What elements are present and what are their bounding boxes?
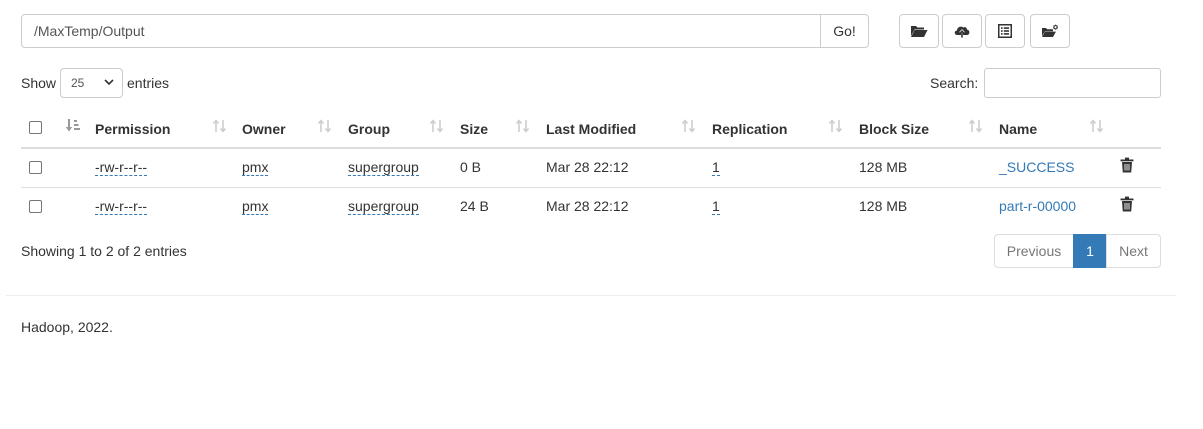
sort-asc-icon[interactable] xyxy=(65,118,81,134)
search-input[interactable] xyxy=(984,68,1161,98)
pagination-previous[interactable]: Previous xyxy=(994,234,1074,268)
table-header-divider xyxy=(21,147,1161,149)
trash-icon[interactable] xyxy=(1120,157,1134,173)
sort-both-icon[interactable] xyxy=(212,118,228,134)
block-size-cell: 128 MB xyxy=(859,198,908,214)
show-label: Show xyxy=(21,75,57,91)
column-header-replication[interactable]: Replication xyxy=(712,120,787,138)
shell-button[interactable] xyxy=(1030,14,1070,48)
entries-select-value: 25 xyxy=(71,76,85,90)
column-header-permission[interactable]: Permission xyxy=(95,120,170,138)
sort-both-icon[interactable] xyxy=(968,118,984,134)
folder-open-icon xyxy=(911,26,928,37)
last-modified-cell: Mar 28 22:12 xyxy=(546,159,629,175)
path-input[interactable] xyxy=(21,14,821,48)
cut-paste-button[interactable] xyxy=(985,14,1025,48)
sort-both-icon[interactable] xyxy=(429,118,445,134)
select-all-checkbox[interactable] xyxy=(29,121,42,134)
shell-icon xyxy=(1042,24,1058,37)
column-header-name[interactable]: Name xyxy=(999,120,1037,138)
footer-divider xyxy=(6,295,1176,296)
column-header-last-modified[interactable]: Last Modified xyxy=(546,120,636,138)
column-header-size[interactable]: Size xyxy=(460,120,488,138)
entries-per-page-select[interactable]: 25 xyxy=(60,68,123,98)
column-header-owner[interactable]: Owner xyxy=(242,120,286,138)
group-cell[interactable]: supergroup xyxy=(348,159,419,176)
row-checkbox[interactable] xyxy=(29,161,42,174)
sort-both-icon[interactable] xyxy=(1089,118,1105,134)
table-info: Showing 1 to 2 of 2 entries xyxy=(21,243,187,259)
entries-label: entries xyxy=(127,75,170,91)
list-alt-icon xyxy=(998,24,1012,38)
search-label: Search: xyxy=(930,75,979,91)
group-cell[interactable]: supergroup xyxy=(348,198,419,215)
trash-icon[interactable] xyxy=(1120,196,1134,212)
chevron-down-icon xyxy=(104,79,114,86)
row-checkbox[interactable] xyxy=(29,200,42,213)
row-divider xyxy=(21,187,1161,188)
footer-text: Hadoop, 2022. xyxy=(21,319,113,335)
sort-both-icon[interactable] xyxy=(515,118,531,134)
permission-cell[interactable]: -rw-r--r-- xyxy=(95,159,148,176)
column-header-group[interactable]: Group xyxy=(348,120,390,138)
file-name-link[interactable]: _SUCCESS xyxy=(999,158,1074,176)
cloud-upload-icon xyxy=(954,26,970,38)
owner-cell[interactable]: pmx xyxy=(242,159,269,176)
size-cell: 24 B xyxy=(460,198,489,214)
replication-cell[interactable]: 1 xyxy=(712,159,720,176)
sort-both-icon[interactable] xyxy=(317,118,333,134)
column-header-block-size[interactable]: Block Size xyxy=(859,120,929,138)
pagination-page-1[interactable]: 1 xyxy=(1073,234,1107,268)
pagination-next[interactable]: Next xyxy=(1106,234,1161,268)
create-directory-button[interactable] xyxy=(899,14,939,48)
owner-cell[interactable]: pmx xyxy=(242,198,269,215)
sort-both-icon[interactable] xyxy=(681,118,697,134)
replication-cell[interactable]: 1 xyxy=(712,198,720,215)
size-cell: 0 B xyxy=(460,159,482,175)
sort-both-icon[interactable] xyxy=(828,118,844,134)
file-name-link[interactable]: part-r-00000 xyxy=(999,197,1076,215)
block-size-cell: 128 MB xyxy=(859,159,908,175)
last-modified-cell: Mar 28 22:12 xyxy=(546,198,629,214)
permission-cell[interactable]: -rw-r--r-- xyxy=(95,198,148,215)
go-button[interactable]: Go! xyxy=(820,14,869,48)
upload-button[interactable] xyxy=(942,14,982,48)
